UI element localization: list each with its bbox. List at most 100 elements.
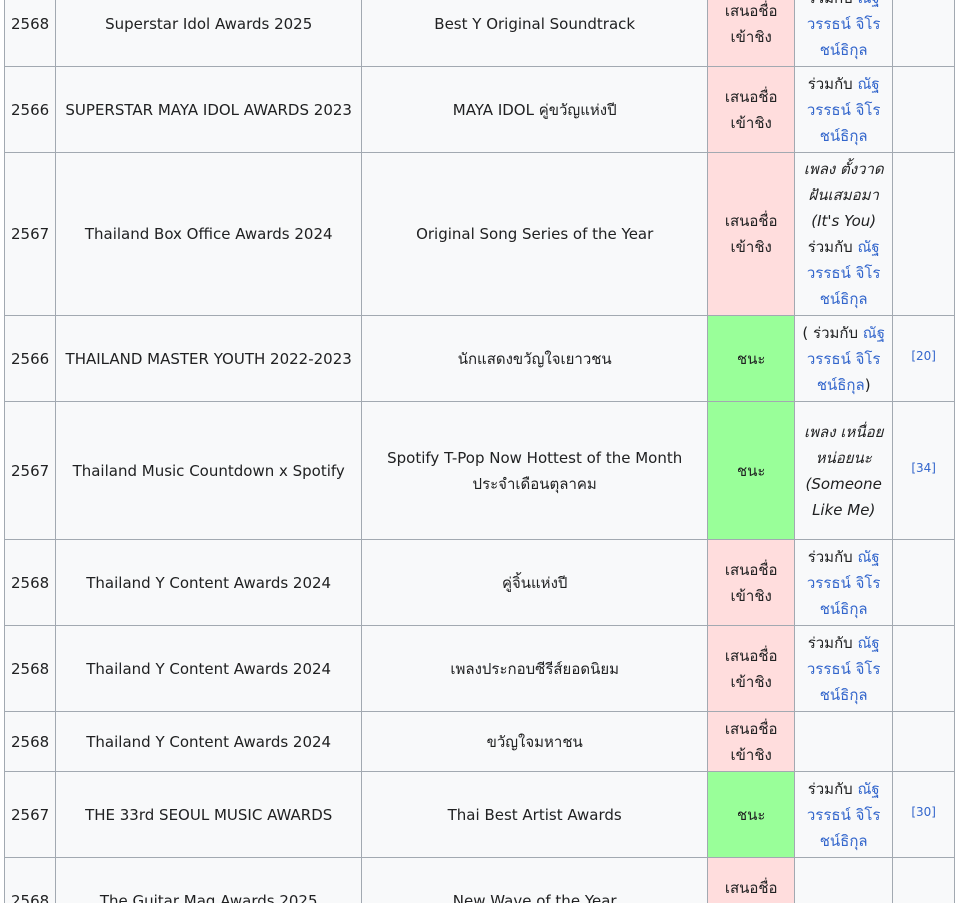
category-cell: ขวัญใจมหาชน [361, 711, 709, 772]
result-text: ชนะ [736, 805, 766, 824]
year-text: 2567 [11, 461, 50, 480]
table-row: 2567 THE 33rd SEOUL MUSIC AWARDS Thai Be… [3, 771, 956, 858]
award-name: Thailand Box Office Awards 2024 [84, 225, 333, 243]
result-cell: เสนอชื่อเข้าชิง [707, 152, 796, 316]
award-cell: Thailand Y Content Awards 2024 [55, 539, 363, 626]
result-text: เสนอชื่อเข้าชิง [724, 878, 778, 897]
reference-link[interactable]: [20] [911, 349, 936, 363]
category-name: เพลงประกอบซีรีส์ยอดนิยม [450, 659, 619, 678]
category-name: Best Y Original Soundtrack [434, 14, 636, 33]
note-cell: เพลง ตั้งวาดฝันเสมอมา (It's You) ร่วมกับ… [794, 152, 894, 316]
reference-link[interactable]: [30] [911, 805, 936, 819]
reference-cell [892, 152, 956, 316]
reference-cell [892, 711, 956, 772]
table-row: 2568 The Guitar Mag Awards 2025 New Wave… [3, 857, 956, 903]
reference-link[interactable]: [34] [911, 461, 936, 475]
result-cell: ชนะ [707, 315, 796, 402]
result-text: ชนะ [736, 349, 766, 368]
note-with: ร่วมกับ [807, 547, 853, 566]
category-cell: Spotify T-Pop Now Hottest of the Month ป… [361, 401, 709, 540]
result-cell: ชนะ [707, 771, 796, 858]
award-cell: Thailand Y Content Awards 2024 [55, 711, 363, 772]
award-name: Superstar Idol Awards 2025 [105, 14, 313, 33]
category-name: Spotify T-Pop Now Hottest of the Month ป… [387, 448, 683, 493]
note-song: เพลง ตั้งวาดฝันเสมอมา (It's You) [803, 160, 884, 230]
note-suffix: ) [864, 375, 871, 394]
reference-cell: [20] [892, 315, 956, 402]
category-cell: นักแสดงขวัญใจเยาวชน [361, 315, 709, 402]
year-text: 2566 [11, 100, 50, 119]
result-cell: ชนะ [707, 401, 796, 540]
year-cell: 2567 [3, 401, 57, 540]
note-cell: ร่วมกับ ณัฐวรรธน์ จิโรชน์ธิกุล [794, 539, 894, 626]
reference-cell: [34] [892, 401, 956, 540]
award-name: THAILAND MASTER YOUTH 2022-2023 [65, 349, 352, 368]
table-row: 2568 Thailand Y Content Awards 2024 ขวัญ… [3, 711, 956, 772]
result-text: เสนอชื่อเข้าชิง [724, 560, 778, 605]
year-text: 2568 [11, 14, 50, 33]
result-text: เสนอชื่อเข้าชิง [724, 1, 778, 46]
award-name: Thailand Y Content Awards 2024 [86, 732, 332, 751]
award-cell: Superstar Idol Awards 2025 [55, 0, 363, 67]
category-name: คู่จิ้นแห่งปี [501, 573, 568, 592]
award-cell: THAILAND MASTER YOUTH 2022-2023 [55, 315, 363, 402]
award-name: Thailand Y Content Awards 2024 [86, 573, 332, 592]
year-cell: 2567 [3, 771, 57, 858]
award-name: Thailand Y Content Awards 2024 [86, 659, 332, 678]
table-row: 2566 THAILAND MASTER YOUTH 2022-2023 นัก… [3, 315, 956, 402]
result-cell: เสนอชื่อเข้าชิง [707, 0, 796, 67]
result-text: เสนอชื่อเข้าชิง [724, 212, 778, 256]
result-cell: เสนอชื่อเข้าชิง [707, 539, 796, 626]
result-text: ชนะ [736, 461, 766, 480]
note-with: ร่วมกับ [807, 238, 853, 256]
note-cell [794, 857, 894, 903]
category-name: New Wave of the Year [452, 891, 617, 903]
year-cell: 2568 [3, 625, 57, 712]
award-cell: The Guitar Mag Awards 2025 [55, 857, 363, 903]
note-with: ร่วมกับ [813, 323, 858, 342]
note-cell [794, 711, 894, 772]
category-cell: คู่จิ้นแห่งปี [361, 539, 709, 626]
year-text: 2567 [11, 225, 50, 243]
category-name: นักแสดงขวัญใจเยาวชน [457, 349, 612, 368]
category-cell: Original Song Series of the Year [361, 152, 709, 316]
page-viewport: 2568 Superstar Idol Awards 2025 Best Y O… [0, 0, 957, 903]
costar-link[interactable]: ณัฐวรรธน์ จิโรชน์ธิกุล [807, 0, 881, 59]
reference-cell [892, 0, 956, 67]
category-cell: Thai Best Artist Awards [361, 771, 709, 858]
reference-cell [892, 539, 956, 626]
award-cell: Thailand Y Content Awards 2024 [55, 625, 363, 712]
year-text: 2566 [11, 349, 50, 368]
result-cell: เสนอชื่อเข้าชิง [707, 857, 796, 903]
reference-cell [892, 857, 956, 903]
note-prefix: ( [802, 323, 809, 342]
year-cell: 2568 [3, 0, 57, 67]
award-cell: THE 33rd SEOUL MUSIC AWARDS [55, 771, 363, 858]
note-cell: ร่วมกับ ณัฐวรรธน์ จิโรชน์ธิกุล [794, 0, 894, 67]
award-cell: Thailand Music Countdown x Spotify [55, 401, 363, 540]
table-row: 2567 Thailand Box Office Awards 2024 Ori… [3, 152, 956, 316]
year-cell: 2568 [3, 539, 57, 626]
year-text: 2567 [11, 805, 50, 824]
year-cell: 2568 [3, 711, 57, 772]
award-name: Thailand Music Countdown x Spotify [72, 461, 345, 480]
category-name: Thai Best Artist Awards [447, 805, 622, 824]
category-cell: เพลงประกอบซีรีส์ยอดนิยม [361, 625, 709, 712]
award-name: SUPERSTAR MAYA IDOL AWARDS 2023 [65, 100, 352, 119]
note-song: เพลง เหนื่อยหน่อยนะ (Someone Like Me) [804, 422, 884, 519]
awards-table: 2568 Superstar Idol Awards 2025 Best Y O… [3, 0, 956, 903]
reference-cell: [30] [892, 771, 956, 858]
note-cell: เพลง เหนื่อยหน่อยนะ (Someone Like Me) [794, 401, 894, 540]
result-cell: เสนอชื่อเข้าชิง [707, 625, 796, 712]
note-with: ร่วมกับ [807, 74, 853, 93]
result-text: เสนอชื่อเข้าชิง [724, 719, 778, 764]
year-text: 2568 [11, 891, 50, 903]
note-with: ร่วมกับ [808, 0, 853, 7]
award-name: The Guitar Mag Awards 2025 [99, 891, 318, 903]
category-cell: Best Y Original Soundtrack [361, 0, 709, 67]
note-cell: ร่วมกับ ณัฐวรรธน์ จิโรชน์ธิกุล [794, 66, 894, 153]
result-text: เสนอชื่อเข้าชิง [724, 87, 778, 132]
category-cell: New Wave of the Year [361, 857, 709, 903]
year-text: 2568 [11, 573, 50, 592]
table-row: 2566 SUPERSTAR MAYA IDOL AWARDS 2023 MAY… [3, 66, 956, 153]
